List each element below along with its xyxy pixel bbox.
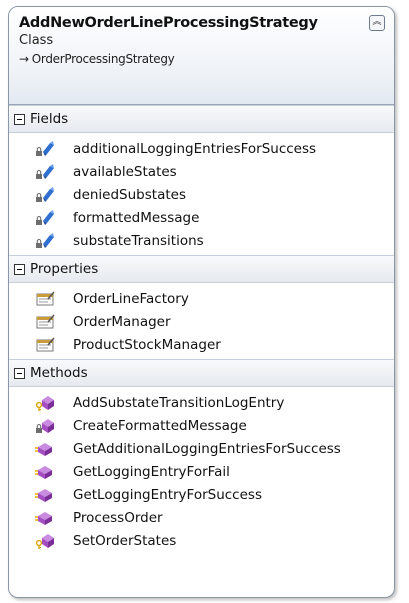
list-item[interactable]: GetLoggingEntryForSuccess [9,483,394,506]
list-item[interactable]: substateTransitions [9,229,394,252]
property-icon [35,336,55,354]
class-kind: Class [19,33,54,48]
list-item[interactable]: ProcessOrder [9,506,394,529]
base-class-name: OrderProcessingStrategy [31,52,175,66]
list-item[interactable]: additionalLoggingEntriesForSuccess [9,137,394,160]
class-title: AddNewOrderLineProcessingStrategy [19,15,318,31]
member-label: SetOrderStates [73,532,177,549]
fields-list: additionalLoggingEntriesForSuccess availa… [9,133,394,255]
section-properties[interactable]: Properties [9,255,394,283]
public-method-icon [35,509,55,527]
member-label: ProcessOrder [73,509,163,526]
section-methods[interactable]: Methods [9,359,394,387]
private-method-icon [35,417,55,435]
member-label: substateTransitions [73,232,204,249]
section-properties-label: Properties [30,261,99,277]
list-item[interactable]: OrderManager [9,310,394,333]
collapse-toggle-icon[interactable] [14,263,25,275]
member-label: CreateFormattedMessage [73,417,247,434]
list-item[interactable]: ProductStockManager [9,333,394,356]
protected-method-icon [35,532,55,550]
property-icon [35,290,55,308]
list-item[interactable]: deniedSubstates [9,183,394,206]
list-item[interactable]: GetLoggingEntryForFail [9,460,394,483]
collapse-toggle-icon[interactable] [14,113,25,125]
methods-list: AddSubstateTransitionLogEntry CreateForma… [9,387,394,555]
list-item[interactable]: formattedMessage [9,206,394,229]
class-header: AddNewOrderLineProcessingStrategy Class … [9,7,394,105]
section-methods-label: Methods [30,365,88,381]
list-item[interactable]: CreateFormattedMessage [9,414,394,437]
private-field-icon [35,140,55,158]
member-label: OrderLineFactory [73,290,189,307]
member-label: OrderManager [73,313,171,330]
member-label: formattedMessage [73,209,200,226]
list-item[interactable]: SetOrderStates [9,529,394,552]
collapse-toggle-icon[interactable] [14,367,25,379]
member-label: GetAdditionalLoggingEntriesForSuccess [73,440,341,457]
public-method-icon [35,463,55,481]
member-label: AddSubstateTransitionLogEntry [73,394,285,411]
public-method-icon [35,440,55,458]
member-label: additionalLoggingEntriesForSuccess [73,140,317,157]
private-field-icon [35,186,55,204]
section-fields-label: Fields [30,111,69,127]
list-item[interactable]: OrderLineFactory [9,287,394,310]
private-field-icon [35,163,55,181]
member-label: GetLoggingEntryForSuccess [73,486,262,503]
section-fields[interactable]: Fields [9,105,394,133]
member-label: ProductStockManager [73,336,221,353]
list-item[interactable]: GetAdditionalLoggingEntriesForSuccess [9,437,394,460]
property-icon [35,313,55,331]
collapse-button[interactable]: ︽ [369,15,385,31]
protected-method-icon [35,394,55,412]
member-label: deniedSubstates [73,186,186,203]
base-class: → OrderProcessingStrategy [19,52,384,66]
list-item[interactable]: availableStates [9,160,394,183]
private-field-icon [35,209,55,227]
member-label: GetLoggingEntryForFail [73,463,230,480]
class-box[interactable]: AddNewOrderLineProcessingStrategy Class … [8,6,395,598]
public-method-icon [35,486,55,504]
member-label: availableStates [73,163,177,180]
inheritance-arrow-icon: → [19,52,29,66]
list-item[interactable]: AddSubstateTransitionLogEntry [9,391,394,414]
properties-list: OrderLineFactory OrderManager ProductStock… [9,283,394,359]
private-field-icon [35,232,55,250]
